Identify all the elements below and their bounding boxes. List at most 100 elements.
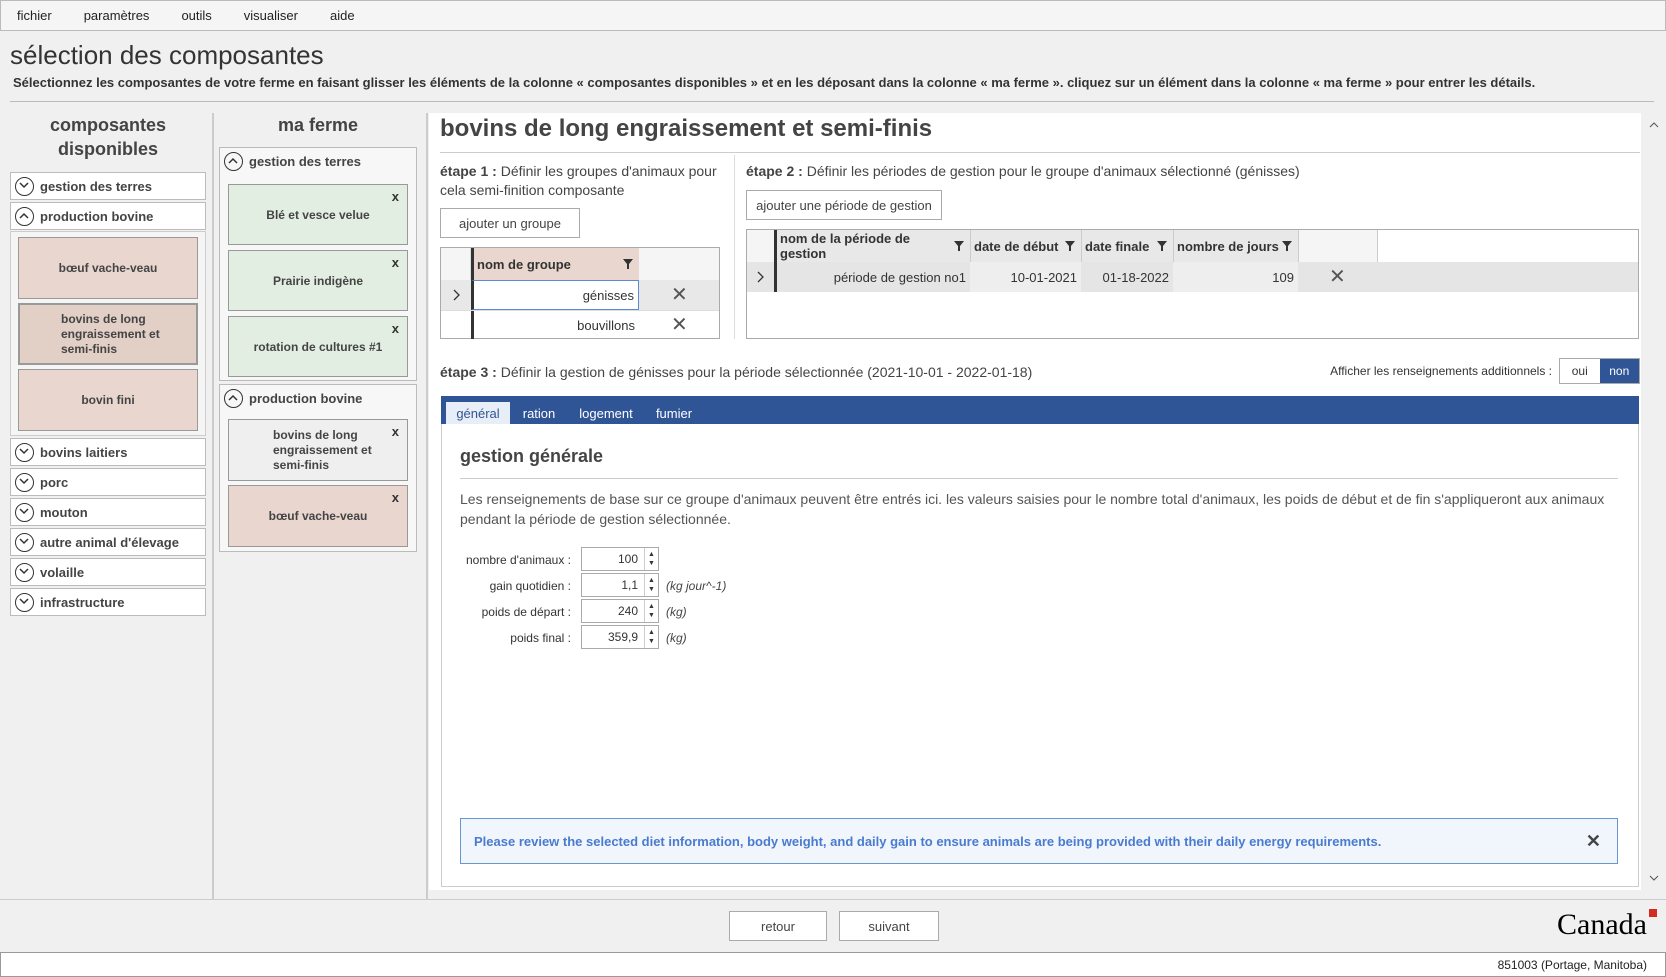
additional-info-label: Afficher les renseignements additionnels… <box>1330 364 1552 378</box>
final-weight-unit: (kg) <box>666 631 687 645</box>
days-cell[interactable]: 109 <box>1173 262 1298 292</box>
farm-card-boeuf-vache-veau[interactable]: bœuf vache-veau x <box>228 485 408 547</box>
delete-icon[interactable]: ✕ <box>1329 264 1346 289</box>
add-group-button[interactable]: ajouter un groupe <box>440 208 580 238</box>
category-bovins-laitiers[interactable]: bovins laitiers <box>10 438 206 466</box>
category-production-bovine[interactable]: production bovine <box>10 202 206 230</box>
group-name-column-header[interactable]: nom de groupe <box>471 248 639 280</box>
category-autre-animal[interactable]: autre animal d'élevage <box>10 528 206 556</box>
final-weight-label: poids final : <box>510 631 571 645</box>
animals-count-stepper[interactable]: 100 ▲ ▼ <box>581 547 659 571</box>
page-instructions: Sélectionnez les composantes de votre fe… <box>13 75 1536 90</box>
remove-icon[interactable]: x <box>392 255 399 270</box>
start-date-column-header[interactable]: date de début <box>970 230 1081 262</box>
tab-general[interactable]: général <box>446 402 510 424</box>
canada-flag-icon <box>1649 909 1657 917</box>
menu-aide[interactable]: aide <box>320 8 365 23</box>
category-infrastructure[interactable]: infrastructure <box>10 588 206 616</box>
page-title: sélection des composantes <box>10 40 324 70</box>
start-weight-stepper[interactable]: 240 ▲ ▼ <box>581 599 659 623</box>
available-card-bovin-fini[interactable]: bovin fini <box>18 369 198 431</box>
chevron-down-icon <box>15 472 34 492</box>
close-icon[interactable]: ✕ <box>1586 831 1601 852</box>
menu-bar: fichier paramètres outils visualiser aid… <box>0 0 1666 31</box>
status-bar: 851003 (Portage, Manitoba) <box>0 952 1666 977</box>
filter-icon <box>623 259 633 269</box>
next-button[interactable]: suivant <box>839 911 939 941</box>
farm-card-prairie[interactable]: Prairie indigène x <box>228 250 408 311</box>
farm-card-bovins-long-engraissement[interactable]: bovins de long engraissement et semi-fin… <box>228 419 408 481</box>
start-date-cell[interactable]: 10-01-2021 <box>970 262 1081 292</box>
chevron-down-icon <box>15 562 34 582</box>
days-column-header[interactable]: nombre de jours <box>1173 230 1298 262</box>
menu-visualiser[interactable]: visualiser <box>234 8 308 23</box>
spin-arrows-icon: ▲ ▼ <box>644 574 658 596</box>
toggle-non[interactable]: non <box>1599 359 1639 383</box>
filter-icon <box>1065 241 1075 251</box>
spin-arrows-icon: ▲ ▼ <box>644 626 658 648</box>
animals-count-label: nombre d'animaux : <box>465 553 571 567</box>
available-card-bovins-long-engraissement[interactable]: bovins de long engraissement et semi-fin… <box>18 303 198 365</box>
category-mouton[interactable]: mouton <box>10 498 206 526</box>
chevron-up-icon <box>15 206 34 226</box>
filter-icon <box>954 241 964 251</box>
delete-icon[interactable]: ✕ <box>671 282 688 307</box>
category-porc[interactable]: porc <box>10 468 206 496</box>
final-weight-stepper[interactable]: 359,9 ▲ ▼ <box>581 625 659 649</box>
chevron-down-icon <box>15 592 34 612</box>
end-date-column-header[interactable]: date finale <box>1081 230 1173 262</box>
step2-label: étape 2 : Définir les périodes de gestio… <box>746 163 1300 179</box>
divider <box>460 478 1618 479</box>
energy-warning-alert: Please review the selected diet informat… <box>460 818 1618 864</box>
step3-label: étape 3 : Définir la gestion de génisses… <box>440 364 1033 380</box>
additional-info-toggle[interactable]: oui non <box>1559 358 1640 384</box>
category-volaille[interactable]: volaille <box>10 558 206 586</box>
farm-group-bovine-header[interactable]: production bovine <box>224 389 362 408</box>
menu-parametres[interactable]: paramètres <box>74 8 160 23</box>
chevron-up-icon <box>224 389 243 408</box>
back-button[interactable]: retour <box>729 911 827 941</box>
group-name-cell[interactable]: génisses <box>471 280 639 310</box>
column-divider <box>212 113 214 899</box>
tab-logement[interactable]: logement <box>571 402 641 424</box>
farm-card-ble-vesce[interactable]: Blé et vesce velue x <box>228 184 408 245</box>
daily-gain-stepper[interactable]: 1,1 ▲ ▼ <box>581 573 659 597</box>
vertical-scrollbar[interactable] <box>1643 113 1665 890</box>
period-name-column-header[interactable]: nom de la période de gestion <box>774 230 970 262</box>
chevron-down-icon <box>15 442 34 462</box>
chevron-down-icon <box>15 176 34 196</box>
group-name-cell[interactable]: bouvillons <box>471 311 639 339</box>
available-title: composantes disponibles <box>49 115 167 159</box>
chevron-down-icon <box>15 532 34 552</box>
divider <box>10 101 1654 102</box>
daily-gain-label: gain quotidien : <box>489 579 571 593</box>
end-date-cell[interactable]: 01-18-2022 <box>1081 262 1173 292</box>
remove-icon[interactable]: x <box>392 424 399 439</box>
menu-fichier[interactable]: fichier <box>7 8 62 23</box>
period-name-cell[interactable]: période de gestion no1 <box>774 262 970 292</box>
column-divider <box>426 113 428 899</box>
toggle-oui[interactable]: oui <box>1560 359 1600 383</box>
farm-card-rotation[interactable]: rotation de cultures #1 x <box>228 316 408 377</box>
farm-title: ma ferme <box>277 115 359 135</box>
tab-ration[interactable]: ration <box>515 402 563 424</box>
step1-label: étape 1 : Définir les groupes d'animaux … <box>440 163 717 198</box>
add-period-button[interactable]: ajouter une période de gestion <box>746 190 942 220</box>
available-card-boeuf-vache-veau[interactable]: bœuf vache-veau <box>18 237 198 299</box>
remove-icon[interactable]: x <box>392 189 399 204</box>
remove-icon[interactable]: x <box>392 321 399 336</box>
chevron-up-icon <box>224 152 243 171</box>
category-gestion-des-terres[interactable]: gestion des terres <box>10 172 206 200</box>
chevron-down-icon <box>15 502 34 522</box>
tab-fumier[interactable]: fumier <box>648 402 700 424</box>
daily-gain-unit: (kg jour^-1) <box>666 579 727 593</box>
spin-arrows-icon: ▲ ▼ <box>644 548 658 570</box>
filter-icon <box>1157 241 1167 251</box>
menu-outils[interactable]: outils <box>171 8 221 23</box>
start-weight-label: poids de départ : <box>481 605 571 619</box>
delete-icon[interactable]: ✕ <box>671 312 688 337</box>
remove-icon[interactable]: x <box>392 490 399 505</box>
farm-group-land-header[interactable]: gestion des terres <box>224 152 361 171</box>
farm-location: 851003 (Portage, Manitoba) <box>1497 957 1647 972</box>
section-description: Les renseignements de base sur ce groupe… <box>460 491 1605 527</box>
